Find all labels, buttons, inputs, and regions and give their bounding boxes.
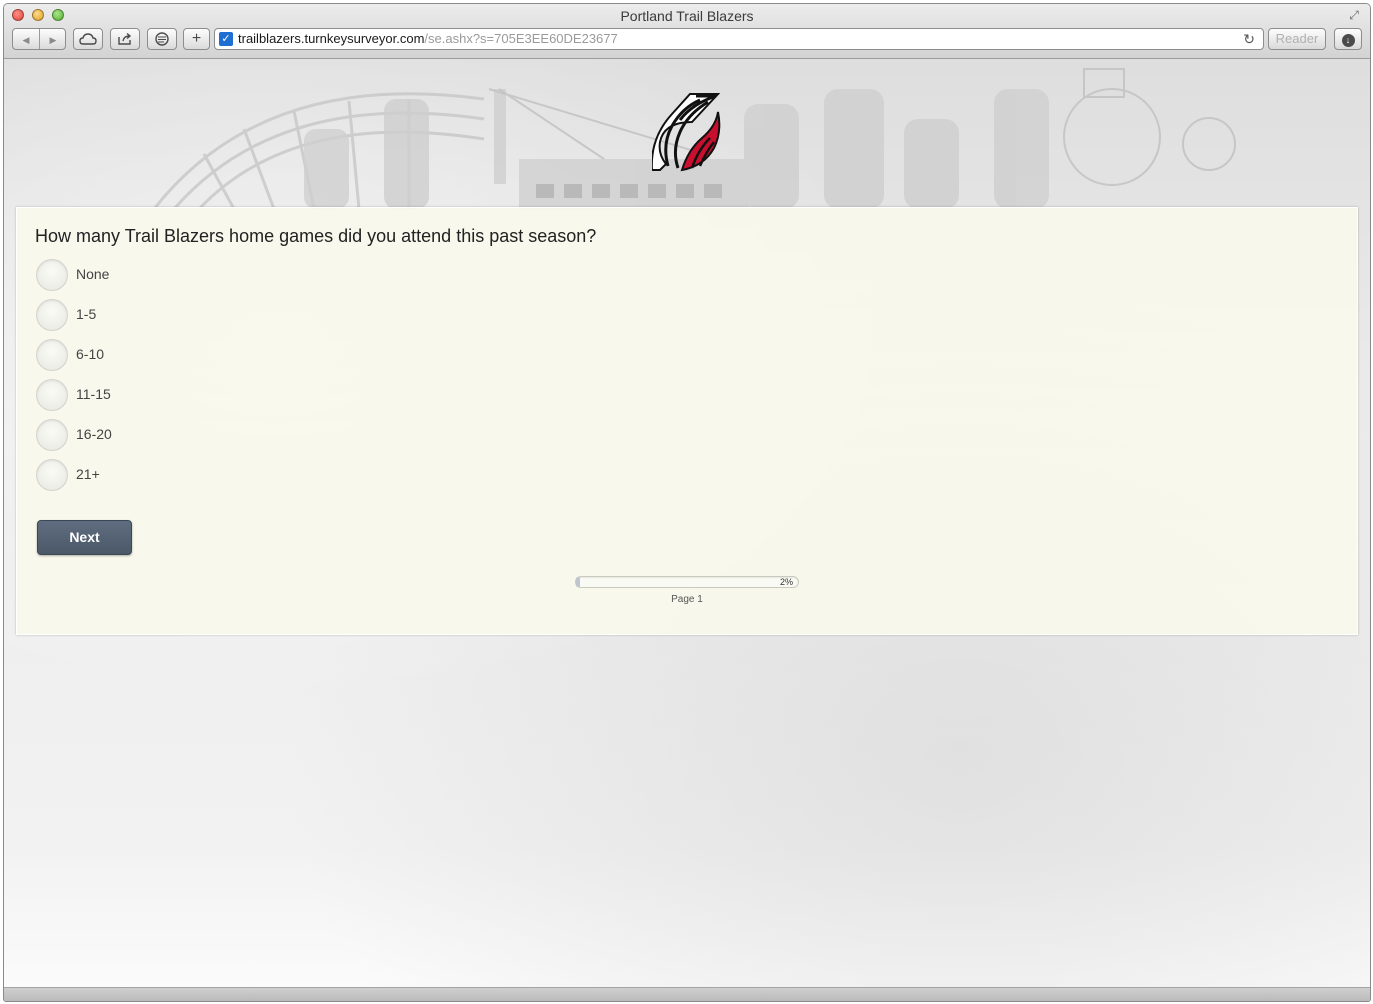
answer-option-21-plus[interactable]: 21+ (36, 458, 436, 498)
reading-list-icon (155, 32, 169, 46)
icloud-tabs-button[interactable] (73, 28, 103, 50)
browser-toolbar: Portland Trail Blazers ⤢ ◀ ▶ + ✓ trailbl… (4, 4, 1370, 59)
reader-button[interactable]: Reader (1268, 28, 1326, 50)
back-forward-group: ◀ ▶ (12, 28, 66, 50)
option-label: 11-15 (76, 386, 111, 402)
window-title: Portland Trail Blazers (620, 8, 754, 24)
progress-fill (576, 577, 581, 587)
answer-option-6-10[interactable]: 6-10 (36, 338, 436, 378)
trail-blazers-pinwheel-logo (652, 93, 721, 172)
answer-options: None 1-5 6-10 11-15 16-20 21+ (36, 258, 436, 498)
reading-list-button[interactable] (147, 28, 177, 50)
radio-button[interactable] (36, 299, 68, 331)
survey-card: How many Trail Blazers home games did yo… (16, 207, 1358, 635)
status-bar (4, 987, 1370, 1001)
address-bar[interactable]: ✓ trailblazers.turnkeysurveyor.com/se.as… (214, 28, 1264, 50)
option-label: 21+ (76, 466, 100, 482)
answer-option-1-5[interactable]: 1-5 (36, 298, 436, 338)
answer-option-16-20[interactable]: 16-20 (36, 418, 436, 458)
radio-button[interactable] (36, 419, 68, 451)
radio-button[interactable] (36, 459, 68, 491)
fullscreen-icon[interactable]: ⤢ (1347, 8, 1361, 22)
url-host: trailblazers.turnkeysurveyor.com (238, 31, 425, 46)
progress-percent: 2% (779, 577, 793, 587)
back-button[interactable]: ◀ (13, 29, 40, 49)
progress-bar: 2% (575, 576, 799, 588)
page-number-label: Page 1 (671, 594, 703, 605)
question-text: How many Trail Blazers home games did yo… (35, 226, 597, 246)
radio-button[interactable] (36, 339, 68, 371)
option-label: 6-10 (76, 346, 105, 362)
page-viewport: How many Trail Blazers home games did yo… (4, 59, 1370, 987)
answer-option-none[interactable]: None (36, 258, 436, 298)
radio-button[interactable] (36, 259, 68, 291)
site-favicon-icon: ✓ (219, 32, 233, 46)
url-path: /se.ashx?s=705E3EE60DE23677 (424, 31, 618, 46)
next-button[interactable]: Next (37, 520, 132, 555)
option-label: None (76, 266, 110, 282)
share-button[interactable] (110, 28, 140, 50)
back-arrow-icon: ◀ (22, 35, 30, 45)
url-text[interactable]: trailblazers.turnkeysurveyor.com/se.ashx… (238, 29, 618, 49)
reload-icon[interactable]: ↻ (1243, 29, 1255, 49)
progress-indicator: 2% Page 1 (575, 576, 799, 605)
share-icon (118, 32, 132, 45)
option-label: 16-20 (76, 426, 112, 442)
forward-button[interactable]: ▶ (40, 29, 66, 49)
radio-button[interactable] (36, 379, 68, 411)
answer-option-11-15[interactable]: 11-15 (36, 378, 436, 418)
add-bookmark-button[interactable]: + (183, 28, 210, 50)
cloud-icon (79, 33, 97, 45)
option-label: 1-5 (76, 306, 97, 322)
downloads-button[interactable]: ↓ (1334, 28, 1362, 50)
forward-arrow-icon: ▶ (49, 35, 57, 45)
browser-window: Portland Trail Blazers ⤢ ◀ ▶ + ✓ trailbl… (3, 3, 1371, 1002)
download-icon: ↓ (1341, 34, 1355, 47)
